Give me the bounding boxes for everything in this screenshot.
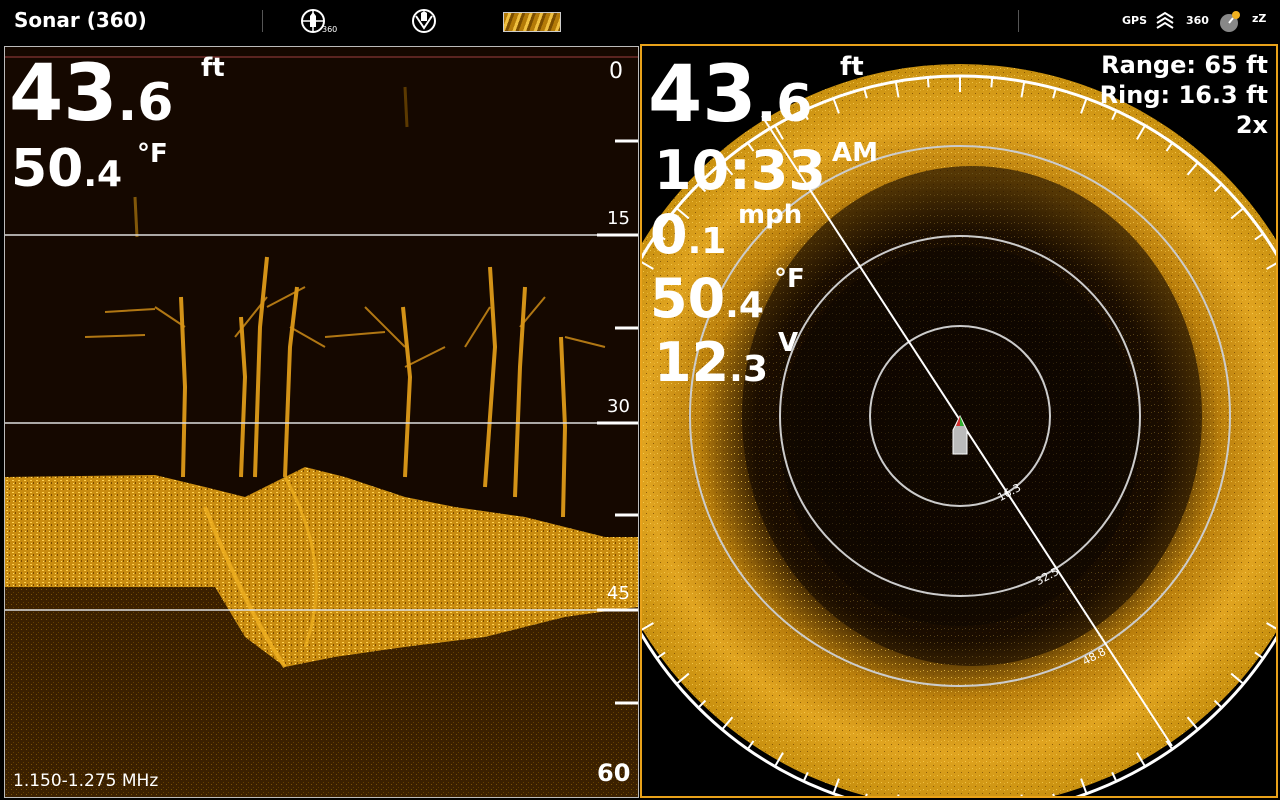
- signal-icon: [1156, 11, 1174, 29]
- 360-label: 360: [322, 25, 337, 34]
- 360-imaging-view[interactable]: 16.3 32.5 48.8 Range: 65 ft Ring: 16.3 f…: [640, 44, 1278, 798]
- depth-int: 43: [648, 50, 757, 140]
- page-title: Sonar (360): [14, 8, 147, 32]
- time-readout: 10:33: [654, 144, 826, 198]
- temp-unit: °F: [137, 139, 168, 169]
- top-bar: Sonar (360) 360 GPS 360 zZ: [0, 0, 1280, 42]
- volt-unit: V: [778, 328, 799, 358]
- scale-label-30: 30: [607, 396, 630, 417]
- volt-int: 12: [654, 331, 730, 394]
- temp-int: 50: [11, 139, 84, 199]
- down-imaging-view[interactable]: 43.6 ft 50.4 °F 0 15 30 45 60 1.150-1.27…: [4, 46, 639, 798]
- frequency-label: 1.150-1.275 MHz: [13, 771, 159, 791]
- depth-int: 43: [9, 49, 118, 139]
- ring-label: Ring: 16.3 ft: [1099, 81, 1268, 109]
- volt-dec: .3: [729, 349, 768, 390]
- alarm-icon: [1220, 11, 1240, 32]
- depth-unit: ft: [840, 52, 864, 82]
- scale-label-45: 45: [607, 583, 630, 604]
- range-label: Range: 65 ft: [1101, 51, 1268, 79]
- 360-status-icon: 360: [1186, 14, 1209, 27]
- 360-imaging-icon[interactable]: 360: [298, 8, 340, 34]
- speed-dec: .1: [687, 221, 727, 262]
- compass-tick: [990, 77, 994, 88]
- divider: [262, 10, 263, 32]
- speed-int: 0: [650, 203, 688, 266]
- zoom-label: 2x: [1235, 111, 1268, 139]
- time-main: 10:33: [654, 139, 826, 202]
- temp-dec: .4: [83, 154, 123, 195]
- voltage-readout: 12.3: [654, 336, 768, 390]
- divider: [1018, 10, 1019, 32]
- depth-dec: .6: [756, 74, 813, 134]
- speed-unit: mph: [738, 200, 803, 230]
- speed-readout: 0.1: [650, 208, 726, 262]
- temperature-readout: 50.4: [11, 143, 122, 195]
- temp-dec: .4: [725, 285, 764, 326]
- temp-unit: °F: [774, 264, 805, 294]
- scale-label-15: 15: [607, 208, 630, 229]
- scale-top: 0: [609, 59, 623, 84]
- scale-bottom: 60: [597, 759, 631, 787]
- depth-unit: ft: [201, 53, 225, 83]
- sleep-icon: zZ: [1252, 12, 1267, 25]
- time-ampm: AM: [832, 138, 878, 168]
- temp-int: 50: [650, 267, 726, 330]
- palette-swatch[interactable]: [503, 12, 561, 32]
- range-info: Range: 65 ft Ring: 16.3 ft 2x: [1100, 50, 1268, 140]
- down-imaging-icon[interactable]: [410, 8, 438, 34]
- temperature-readout: 50.4: [650, 272, 764, 326]
- depth-readout: 43.6: [648, 56, 812, 134]
- compass-tick: [926, 77, 930, 88]
- depth-dec: .6: [117, 73, 174, 133]
- depth-readout: 43.6: [9, 55, 173, 133]
- gps-icon: GPS: [1122, 14, 1148, 27]
